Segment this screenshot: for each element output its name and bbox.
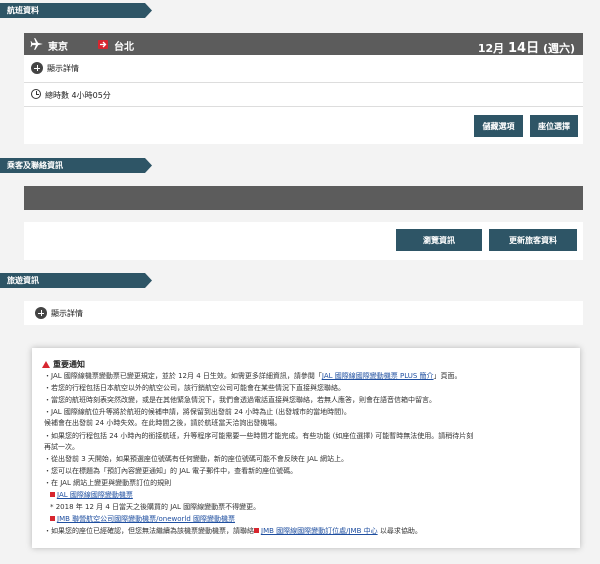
airplane-icon (30, 38, 43, 50)
divider (24, 82, 583, 83)
notice-line: ・從出發前 3 天開始，如果預選座位號碼有任何變動，新的座位號碼可能不會反映在 … (44, 455, 348, 463)
seat-options-button[interactable]: 儲藏選項 (474, 115, 523, 137)
travel-show-details[interactable]: 顯示詳情 (51, 308, 83, 319)
jal-plus-link[interactable]: JAL 國際線國際變動機票 PLUS 簡介 (322, 372, 434, 380)
notice-title: 重要通知 (42, 359, 85, 370)
expand-plus-icon[interactable] (31, 62, 43, 74)
notice-link-row: JAL 國際線國際變動機票 (50, 491, 133, 500)
date-month: 12月 (477, 42, 505, 55)
section-tab-flight: 航班資料 (0, 3, 152, 18)
divider (24, 106, 583, 107)
update-passenger-button[interactable]: 更新旅客資料 (489, 229, 577, 251)
date-day: 14日 (508, 41, 540, 56)
travel-panel (24, 301, 583, 325)
notice-link-row: JMB 聯營航空公司國際變動機票/oneworld 國際變動機票 (50, 515, 235, 524)
seat-select-button[interactable]: 座位選擇 (530, 115, 578, 137)
notice-line: 候補會在出發前 24 小時失效。在此時間之後，請於航班當天洽詢出發機場。 (44, 419, 282, 427)
jmb-center-link[interactable]: JMB 國際線國際變動訂位處/JMB 中心 (261, 527, 378, 535)
notice-line: ・JAL 國際線航位升等將於航班的候補申請，將保留到出發前 24 小時為止 (出… (44, 408, 351, 416)
jmb-oneworld-link[interactable]: JMB 聯營航空公司國際變動機票/oneworld 國際變動機票 (57, 515, 235, 523)
external-link-icon (254, 528, 259, 533)
notice-line: ・在 JAL 網站上變更與變動票訂位的規則 (44, 479, 172, 487)
jal-change-rules-link[interactable]: JAL 國際線國際變動機票 (57, 491, 133, 499)
expand-plus-icon[interactable] (35, 307, 47, 319)
flight-date: 12月 14日 (週六) (478, 37, 575, 56)
arrow-right-icon (98, 40, 108, 49)
notice-line: ・若您的行程包括日本航空以外的航空公司，該行銷航空公司可能會在某些情況下直接與您… (44, 384, 345, 392)
notice-line: ・如果您的座位已經確認，但您無法繼續為該機票變動機票，請聯絡 JMB 國際線國際變… (44, 527, 422, 535)
section-tab-passenger: 乘客及聯絡資訊 (0, 158, 152, 173)
view-info-button[interactable]: 瀏覽資訊 (396, 229, 482, 251)
notice-line: ・當您的航班時刻表突然改變，或是在其他緊急情況下，我們會透過電話直接與您聯絡，若… (44, 396, 436, 404)
section-tab-travel: 旅遊資訊 (0, 273, 152, 288)
date-weekday: (週六) (542, 42, 575, 55)
notice-line: ・JAL 國際線機票變動票已變更規定，並於 12月 4 日生效。如需更多詳細資訊… (44, 372, 462, 380)
origin-city: 東京 (48, 42, 68, 53)
external-link-icon (50, 516, 55, 521)
notice-line: * 2018 年 12 月 4 日當天之後購買的 JAL 國際線變動票不得變更。 (50, 503, 261, 511)
warning-icon (42, 361, 50, 368)
notice-line: ・您可以在標題為「預訂內容變更通知」的 JAL 電子郵件中，查看新的座位號碼。 (44, 467, 298, 475)
destination-city: 台北 (114, 42, 134, 53)
flight-show-details[interactable]: 顯示詳情 (47, 63, 79, 74)
notice-line: ・如果您的行程包括 24 小時內的銜接航班，升等程序可能需要一些時間才能完成。有… (44, 432, 474, 440)
external-link-icon (50, 492, 55, 497)
flight-header: 東京 台北 12月 14日 (週六) (24, 33, 583, 56)
total-duration: 總時數 4小時05分 (45, 91, 111, 100)
passenger-header-bar (24, 186, 583, 210)
important-notice: 重要通知 ・JAL 國際線機票變動票已變更規定，並於 12月 4 日生效。如需更… (32, 348, 580, 548)
notice-line: 再試一次。 (44, 443, 79, 451)
clock-icon (31, 89, 41, 99)
